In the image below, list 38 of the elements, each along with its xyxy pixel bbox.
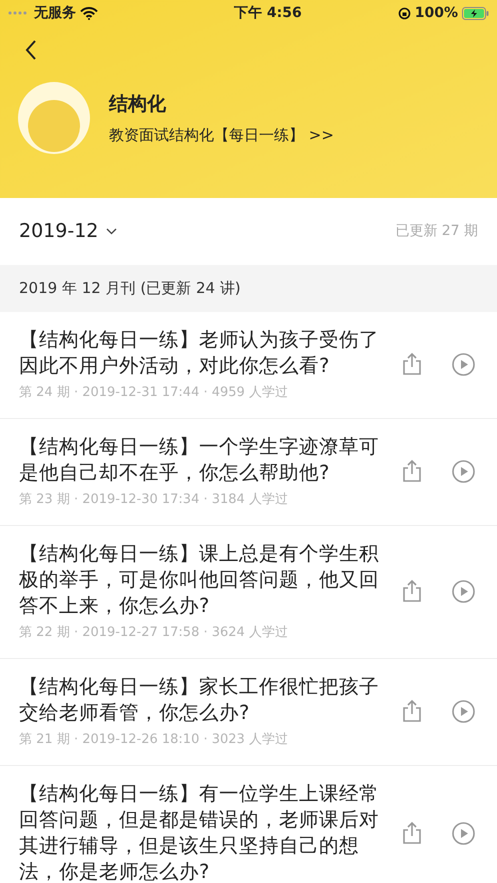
rotation-lock-icon [398, 6, 411, 20]
avatar [18, 82, 90, 154]
course-title: 结构化 [109, 92, 167, 116]
section-header: 2019 年 12 月刊 (已更新 24 讲) [19, 278, 241, 300]
share-icon[interactable] [402, 699, 422, 723]
episode-row[interactable]: 【结构化每日一练】家长工作很忙把孩子交给老师看管，你怎么办? 第 21 期 · 2019-12-26 18:10 · 3023 人学过 [0, 659, 497, 766]
play-icon[interactable] [452, 700, 475, 722]
episode-meta: 第 21 期 · 2019-12-26 18:10 · 3023 人学过 [19, 732, 289, 748]
month-dropdown[interactable]: 2019-12 [19, 217, 118, 246]
share-icon[interactable] [402, 459, 422, 483]
episode-row[interactable]: 【结构化每日一练】一个学生字迹潦草可是他自己却不在乎，你怎么帮助他? 第 23 期 · 2019-12-30 17:34 · 3184 人学过 [0, 419, 497, 526]
play-icon[interactable] [452, 460, 475, 482]
episode-meta: 第 23 期 · 2019-12-30 17:34 · 3184 人学过 [19, 492, 289, 508]
clock: 下午 4:56 [234, 4, 302, 22]
back-icon [25, 40, 37, 60]
play-icon[interactable] [452, 352, 475, 376]
episode-title: 【结构化每日一练】家长工作很忙把孩子交给老师看管，你怎么办? [19, 674, 379, 726]
share-icon[interactable] [402, 352, 422, 376]
play-icon[interactable] [452, 580, 475, 602]
episode-row[interactable]: 【结构化每日一练】课上总是有个学生积极的举手，可是你叫他回答问题，他又回答不上来，你怎么办? 第 22 期 · 2019-12-27 17:58 · 3624 人学过 [0, 526, 497, 659]
episode-title: 【结构化每日一练】有一位学生上课经常回答问题，但是都是错误的，老师课后对其进行辅导，但是该生只坚持自己的想法，你是老师怎么办? [19, 781, 379, 883]
course-subtitle-link[interactable]: 教资面试结构化【每日一练】 >> [109, 124, 334, 146]
play-icon[interactable] [452, 822, 475, 844]
chevron-down-icon [106, 228, 118, 235]
update-count: 已更新 27 期 [395, 222, 478, 241]
battery-percent: 100% [414, 4, 458, 22]
episode-title: 【结构化每日一练】老师认为孩子受伤了因此不用户外活动，对此你怎么看? [19, 327, 379, 379]
wifi-icon [80, 6, 98, 20]
share-icon[interactable] [402, 821, 422, 845]
episode-title: 【结构化每日一练】一个学生字迹潦草可是他自己却不在乎，你怎么帮助他? [19, 434, 379, 486]
episode-row[interactable]: 【结构化每日一练】老师认为孩子受伤了因此不用户外活动，对此你怎么看? 第 24 期 · 2019-12-31 17:44 · 4959 人学过 [0, 312, 497, 419]
episode-title: 【结构化每日一练】课上总是有个学生积极的举手，可是你叫他回答问题，他又回答不上来，你怎么办? [19, 541, 379, 619]
carrier-label: 无服务 [34, 4, 76, 22]
episode-meta: 第 24 期 · 2019-12-31 17:44 · 4959 人学过 [19, 385, 289, 401]
battery-icon [462, 6, 489, 20]
episode-row[interactable]: 【结构化每日一练】有一位学生上课经常回答问题，但是都是错误的，老师课后对其进行辅导，但是该生只坚持自己的想法，你是老师怎么办? [0, 766, 497, 883]
episode-meta: 第 22 期 · 2019-12-27 17:58 · 3624 人学过 [19, 625, 289, 641]
share-icon[interactable] [402, 579, 422, 603]
